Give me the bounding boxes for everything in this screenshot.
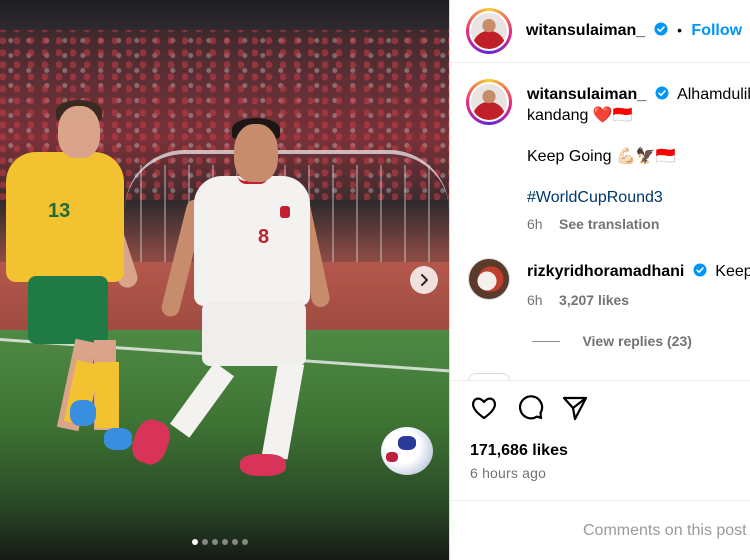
caption-line-2: kandang ❤️🇮🇩: [527, 107, 633, 124]
author-username[interactable]: witansulaiman_: [526, 22, 645, 39]
football: [381, 427, 433, 475]
comment-icon[interactable]: [516, 394, 544, 422]
post-details-panel: witansulaiman_ • Follow witansulaiman_ A…: [450, 0, 750, 560]
heart-icon[interactable]: [470, 394, 498, 422]
commenter-username[interactable]: rizkyridhoramadhani: [527, 263, 684, 280]
author-avatar[interactable]: [466, 8, 512, 54]
caption-author-avatar[interactable]: [466, 79, 512, 125]
post-photo[interactable]: 13 8: [0, 0, 449, 560]
verified-badge-icon: [654, 22, 668, 36]
caption-first-line: witansulaiman_ Alhamdulill: [527, 84, 750, 106]
header-line: witansulaiman_ • Follow: [526, 19, 742, 42]
caption-line-3: Keep Going 💪🏻🦅🇮🇩: [527, 148, 676, 165]
indonesia-player: 8: [127, 118, 340, 488]
caption-meta: 6h See translation: [527, 213, 659, 236]
verified-badge-icon: [693, 263, 707, 277]
caption-author-username[interactable]: witansulaiman_: [527, 86, 646, 103]
carousel-indicator: [192, 539, 248, 545]
carousel-dot: [212, 539, 218, 545]
comment-meta: 6h 3,207 likes: [527, 289, 629, 312]
comment-likes[interactable]: 3,207 likes: [559, 292, 629, 308]
comment-text: Keep: [715, 263, 750, 280]
post-time[interactable]: 6 hours ago: [470, 465, 546, 481]
likes-count[interactable]: 171,686 likes: [470, 442, 568, 460]
comment-input[interactable]: Comments on this post: [583, 522, 747, 540]
header-separator: •: [677, 22, 682, 38]
view-replies-row[interactable]: View replies (23): [532, 330, 692, 353]
commenter-avatar[interactable]: [468, 258, 510, 300]
post-header: witansulaiman_ • Follow: [450, 0, 750, 63]
verified-badge-icon: [655, 86, 669, 100]
carousel-dot: [242, 539, 248, 545]
caption-time: 6h: [527, 216, 543, 232]
hashtag-link[interactable]: #WorldCupRound3: [527, 187, 663, 209]
chevron-right-icon: [421, 274, 428, 286]
australia-player: 13: [0, 100, 150, 460]
reply-line: [532, 341, 560, 343]
comment-time: 6h: [527, 292, 543, 308]
carousel-dot: [232, 539, 238, 545]
stadium-roof: [0, 0, 449, 30]
comment-line: rizkyridhoramadhani Keep: [527, 261, 750, 283]
carousel-dot: [222, 539, 228, 545]
carousel-dot: [202, 539, 208, 545]
next-slide-button[interactable]: [410, 266, 438, 294]
see-translation-button[interactable]: See translation: [559, 216, 659, 232]
carousel-dot: [192, 539, 198, 545]
follow-button[interactable]: Follow: [691, 22, 742, 39]
view-replies-button[interactable]: View replies (23): [582, 333, 691, 349]
caption-text: Alhamdulill: [677, 86, 750, 103]
share-icon[interactable]: [561, 394, 589, 422]
